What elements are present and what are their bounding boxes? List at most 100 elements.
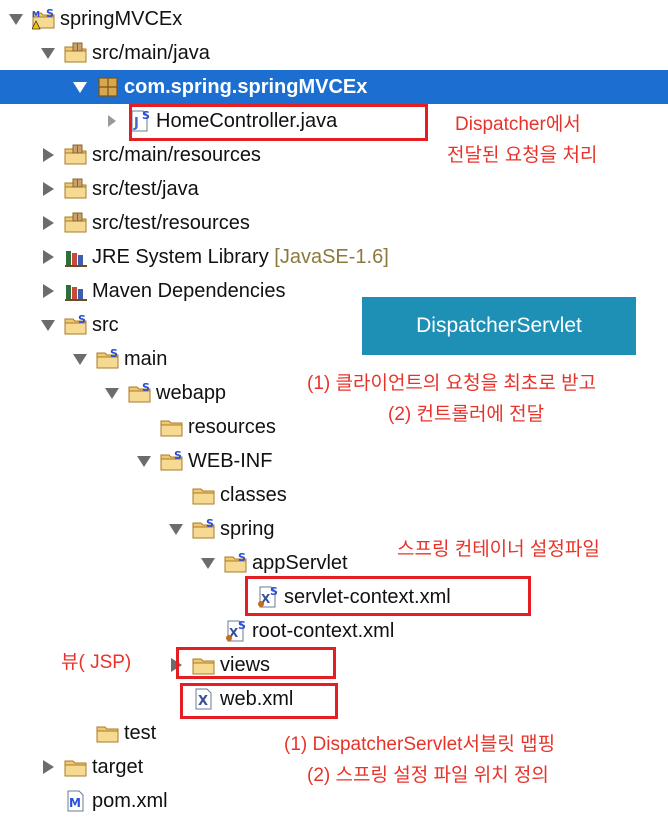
container-note: 스프링 컨테이너 설정파일 (397, 539, 600, 560)
tree-item-suffix: [JavaSE-1.6] (274, 246, 389, 268)
library-icon (64, 280, 88, 302)
folder-icon (192, 484, 216, 506)
tree-item-label: WEB-INF (188, 449, 272, 473)
tree-item-label: appServlet (252, 551, 348, 575)
tree-item-label: target (92, 755, 143, 779)
highlight-servlet-context (245, 576, 531, 616)
tree-item-label-text: Maven Dependencies (92, 280, 286, 302)
tree-item-label: pom.xml (92, 789, 168, 813)
chevron-right-icon[interactable] (40, 750, 56, 784)
highlight-views (176, 647, 336, 679)
tree-item-label-text: com.spring.springMVCEx (124, 76, 368, 98)
tree-item-label: webapp (156, 381, 226, 405)
tree-item-resources[interactable]: resources (0, 410, 668, 444)
library-icon (64, 246, 88, 268)
tree-item-label-text: classes (220, 484, 287, 506)
tree-item-label: main (124, 347, 167, 371)
chevron-down-icon[interactable] (8, 2, 24, 36)
pom-file-icon: M (64, 790, 88, 812)
tree-item-root-context-xml[interactable]: X Sroot-context.xml (0, 614, 668, 648)
tree-item-pom-xml[interactable]: Mpom.xml (0, 784, 668, 818)
source-folder-icon (64, 178, 88, 200)
tree-item-label-text: src/test/java (92, 178, 199, 200)
servlet-note-line2: (2) 컨트롤러에 전달 (388, 404, 545, 425)
chevron-right-icon[interactable] (40, 172, 56, 206)
tree-item-label-text: appServlet (252, 552, 348, 574)
folder-icon (160, 416, 184, 438)
chevron-down-icon[interactable] (104, 376, 120, 410)
svg-text:S: S (110, 348, 118, 360)
tree-item-label-text: src/main/java (92, 42, 210, 64)
chevron-right-icon[interactable] (40, 138, 56, 172)
source-folder-icon (64, 144, 88, 166)
spring-folder-icon: S (128, 381, 152, 404)
tree-item-label: root-context.xml (252, 619, 394, 643)
svg-text:S: S (142, 382, 150, 394)
tree-item-jre-system-library[interactable]: JRE System Library [JavaSE-1.6] (0, 240, 668, 274)
tree-item-src-main-java[interactable]: src/main/java (0, 36, 668, 70)
tree-item-label: src/main/java (92, 41, 210, 65)
tree-item-label-text: JRE System Library (92, 246, 269, 268)
spring-folder-icon: S (224, 551, 248, 574)
tree-item-label: src (92, 313, 119, 337)
tree-item-label-text: WEB-INF (188, 450, 273, 472)
tree-item-web-inf[interactable]: S WEB-INF (0, 444, 668, 478)
dispatcher-note-line2: 전달된 요청을 처리 (447, 145, 598, 166)
tree-item-label-text: src/main/resources (92, 144, 261, 166)
svg-text:S: S (78, 314, 86, 326)
chevron-down-icon[interactable] (72, 342, 88, 376)
tree-item-label-text: src (92, 314, 119, 336)
chevron-right-icon[interactable] (40, 274, 56, 308)
chevron-down-icon[interactable] (200, 546, 216, 580)
tree-item-label-text: test (124, 722, 157, 744)
chevron-down-icon[interactable] (168, 512, 184, 546)
tree-item-label: classes (220, 483, 287, 507)
chevron-down-icon[interactable] (72, 70, 88, 104)
tree-item-label: JRE System Library [JavaSE-1.6] (92, 245, 389, 269)
source-folder-icon (64, 42, 88, 64)
tree-item-label: src/main/resources (92, 143, 261, 167)
chevron-right-icon[interactable] (40, 206, 56, 240)
svg-text:S: S (174, 450, 182, 462)
svg-text:S: S (46, 8, 54, 20)
tree-item-label-text: resources (188, 416, 276, 438)
spring-xml-icon: XS (224, 619, 248, 642)
folder-icon (64, 756, 88, 778)
tree-item-label: test (124, 721, 156, 745)
spring-folder-icon: S (192, 517, 216, 540)
svg-text:S: S (206, 518, 214, 530)
tree-item-label-text: main (124, 348, 168, 370)
webxml-note-line2: (2) 스프링 설정 파일 위치 정의 (307, 765, 549, 786)
tree-item-classes[interactable]: classes (0, 478, 668, 512)
tree-item-label-text: src/test/resources (92, 212, 250, 234)
tree-item-label: springMVCEx (60, 7, 182, 31)
spring-folder-icon: S (160, 449, 184, 472)
tree-item-springmvcex[interactable]: M SspringMVCEx (0, 2, 668, 36)
tree-item-label: Maven Dependencies (92, 279, 285, 303)
source-folder-icon (64, 212, 88, 234)
tree-item-label-text: spring (220, 518, 275, 540)
tree-item-label: com.spring.springMVCEx (124, 75, 367, 99)
chevron-down-icon[interactable] (40, 308, 56, 342)
views-note: 뷰( JSP) (61, 652, 132, 673)
highlight-web-xml (180, 683, 338, 719)
tree-item-label: src/test/java (92, 177, 199, 201)
chevron-down-icon[interactable] (40, 36, 56, 70)
maven-project-icon: MS (31, 7, 56, 30)
tree-item-src-test-resources[interactable]: src/test/resources (0, 206, 668, 240)
tree-item-label-text: pom.xml (92, 790, 168, 812)
tree-item-com-spring-springmvcex[interactable]: com.spring.springMVCEx (0, 70, 668, 104)
tree-item-label-text: target (92, 756, 144, 778)
svg-text:M: M (69, 796, 81, 810)
tree-item-src-test-java[interactable]: src/test/java (0, 172, 668, 206)
tree-item-label: src/test/resources (92, 211, 250, 235)
dispatcher-note-line1: Dispatcher에서 (455, 114, 581, 135)
chevron-right-icon[interactable] (40, 240, 56, 274)
servlet-note-line1: (1) 클라이언트의 요청을 최초로 받고 (307, 373, 597, 394)
spring-folder-icon: S (64, 313, 88, 336)
chevron-right-icon[interactable] (104, 104, 120, 138)
svg-text:S: S (238, 552, 246, 564)
tree-item-label: spring (220, 517, 274, 541)
chevron-down-icon[interactable] (136, 444, 152, 478)
package-icon (96, 76, 120, 98)
